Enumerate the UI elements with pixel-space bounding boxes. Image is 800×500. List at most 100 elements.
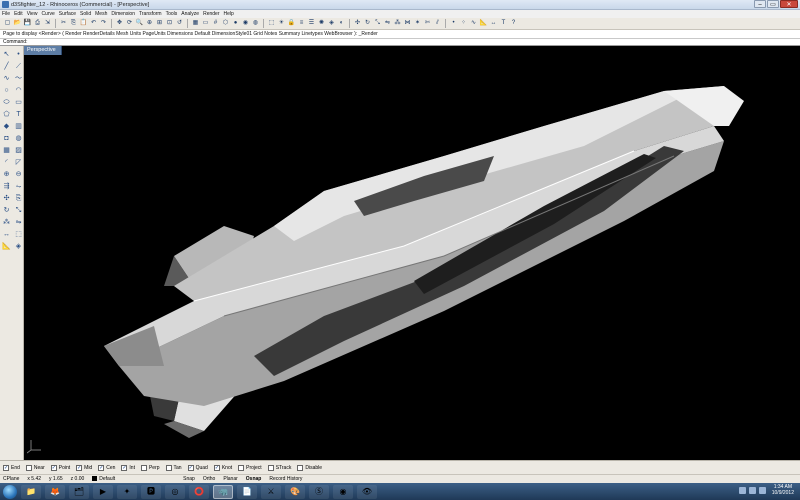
osnap-tan-checkbox[interactable]: [165, 464, 172, 471]
group-icon[interactable]: ⬚: [13, 229, 24, 240]
explode-icon[interactable]: ✶: [413, 19, 422, 28]
dimension-icon[interactable]: ↔: [489, 19, 498, 28]
zoom-extents-icon[interactable]: ⊞: [155, 19, 164, 28]
new-file-icon[interactable]: ▢: [3, 19, 12, 28]
offset-icon[interactable]: ⇶: [1, 181, 12, 192]
mirror-tool-icon[interactable]: ⇋: [13, 217, 24, 228]
paste-icon[interactable]: 📋: [79, 19, 88, 28]
record-history-toggle[interactable]: Record History: [269, 476, 302, 482]
array-tool-icon[interactable]: ⁂: [1, 217, 12, 228]
snap-toggle[interactable]: Snap: [183, 476, 195, 482]
taskbar-media-icon[interactable]: ▶: [93, 484, 113, 499]
menu-tools[interactable]: Tools: [166, 11, 178, 17]
taskbar-game-icon[interactable]: ✦: [117, 484, 137, 499]
text-icon[interactable]: T: [499, 19, 508, 28]
minimize-button[interactable]: –: [754, 0, 766, 8]
menu-surface[interactable]: Surface: [59, 11, 76, 17]
ghosted-icon[interactable]: ◍: [251, 19, 260, 28]
loft-icon[interactable]: ▨: [13, 145, 24, 156]
blend-icon[interactable]: ⥊: [13, 181, 24, 192]
menu-analyze[interactable]: Analyze: [181, 11, 199, 17]
osnap-near-checkbox[interactable]: [25, 464, 32, 471]
osnap-mid[interactable]: ✓ Mid: [76, 464, 92, 471]
properties-icon[interactable]: ☰: [307, 19, 316, 28]
save-icon[interactable]: 💾: [23, 19, 32, 28]
rotate-view-icon[interactable]: ⟳: [125, 19, 134, 28]
analyze-icon[interactable]: 📐: [479, 19, 488, 28]
ellipse-icon[interactable]: ⬭: [1, 97, 12, 108]
extrude-icon[interactable]: ▥: [13, 121, 24, 132]
undo-icon[interactable]: ↶: [89, 19, 98, 28]
ortho-toggle[interactable]: Ortho: [203, 476, 216, 482]
tray-network-icon[interactable]: [738, 486, 746, 494]
osnap-perp-checkbox[interactable]: [140, 464, 147, 471]
osnap-toggle[interactable]: Osnap: [246, 476, 262, 482]
taskbar-acrobat-icon[interactable]: 📄: [237, 484, 257, 499]
rebuild-icon[interactable]: ∿: [469, 19, 478, 28]
osnap-knot-checkbox[interactable]: ✓: [213, 464, 220, 471]
copy-icon[interactable]: ⎘: [69, 19, 78, 28]
taskbar-explorer-icon[interactable]: 🗂: [69, 484, 89, 499]
sphere-icon[interactable]: ◍: [13, 133, 24, 144]
osnap-disable[interactable]: Disable: [297, 464, 322, 471]
undo-view-icon[interactable]: ↺: [175, 19, 184, 28]
menu-dimension[interactable]: Dimension: [111, 11, 135, 17]
boolean-difference-icon[interactable]: ⊖: [13, 169, 24, 180]
zoom-selected-icon[interactable]: ⊡: [165, 19, 174, 28]
mesh-icon[interactable]: ▦: [1, 145, 12, 156]
osnap-knot[interactable]: ✓ Knot: [213, 464, 232, 471]
osnap-end[interactable]: ✓ End: [3, 464, 20, 471]
grid-icon[interactable]: #: [211, 19, 220, 28]
osnap-int[interactable]: ✓ Int: [121, 464, 135, 471]
tray-volume-icon[interactable]: [748, 486, 756, 494]
copy-tool-icon[interactable]: ⎘: [13, 193, 24, 204]
dimension-tool-icon[interactable]: ↔: [1, 229, 12, 240]
close-button[interactable]: ✕: [780, 0, 798, 8]
menu-help[interactable]: Help: [224, 11, 234, 17]
pan-icon[interactable]: ✥: [115, 19, 124, 28]
polyline-icon[interactable]: ⟋: [13, 61, 24, 72]
planar-toggle[interactable]: Planar: [223, 476, 237, 482]
chamfer-icon[interactable]: ◸: [13, 157, 24, 168]
scale-icon[interactable]: ⤡: [373, 19, 382, 28]
osnap-quad[interactable]: ✓ Quad: [187, 464, 208, 471]
osnap-strack-checkbox[interactable]: [267, 464, 274, 471]
menu-curve[interactable]: Curve: [41, 11, 54, 17]
menu-edit[interactable]: Edit: [14, 11, 23, 17]
taskbar-photoshop-icon[interactable]: 🅿: [141, 484, 161, 499]
fillet-icon[interactable]: ◜: [1, 157, 12, 168]
zoom-icon[interactable]: 🔍: [135, 19, 144, 28]
osnap-point[interactable]: ✓ Point: [50, 464, 70, 471]
zoom-window-icon[interactable]: ⊕: [145, 19, 154, 28]
viewport-tab[interactable]: Perspective: [24, 46, 62, 55]
box-icon[interactable]: ◘: [1, 133, 12, 144]
polygon-icon[interactable]: ⬠: [1, 109, 12, 120]
split-icon[interactable]: ⫽: [433, 19, 442, 28]
taskbar-opera-icon[interactable]: ⭕: [189, 484, 209, 499]
osnap-cen[interactable]: ✓ Cen: [98, 464, 115, 471]
menu-solid[interactable]: Solid: [80, 11, 91, 17]
start-button[interactable]: [3, 484, 17, 499]
curve-icon[interactable]: ∿: [1, 73, 12, 84]
hide-icon[interactable]: ☀: [277, 19, 286, 28]
mirror-icon[interactable]: ⇋: [383, 19, 392, 28]
control-points-icon[interactable]: ⁘: [459, 19, 468, 28]
osnap-disable-checkbox[interactable]: [297, 464, 304, 471]
select-all-icon[interactable]: ⬚: [267, 19, 276, 28]
circle-icon[interactable]: ○: [1, 85, 12, 96]
scale-tool-icon[interactable]: ⤡: [13, 205, 24, 216]
arc-icon[interactable]: ◠: [13, 85, 24, 96]
color-wheel-icon[interactable]: ✺: [317, 19, 326, 28]
osnap-project-checkbox[interactable]: [238, 464, 245, 471]
taskbar-firefox-icon[interactable]: 🦊: [45, 484, 65, 499]
menu-mesh[interactable]: Mesh: [95, 11, 107, 17]
menu-transform[interactable]: Transform: [139, 11, 162, 17]
menu-render[interactable]: Render: [203, 11, 219, 17]
array-icon[interactable]: ⁂: [393, 19, 402, 28]
rotate-tool-icon[interactable]: ↻: [1, 205, 12, 216]
help-icon[interactable]: ?: [509, 19, 518, 28]
import-icon[interactable]: ⇲: [43, 19, 52, 28]
rectangle-icon[interactable]: ▭: [13, 97, 24, 108]
osnap-tan[interactable]: Tan: [165, 464, 182, 471]
osnap-strack[interactable]: STrack: [267, 464, 291, 471]
